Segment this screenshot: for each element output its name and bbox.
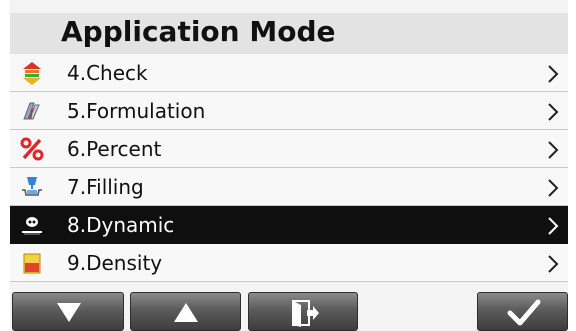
- mode-item-density[interactable]: 9.Density: [10, 244, 568, 282]
- mode-item-dynamic[interactable]: 8.Dynamic: [10, 206, 568, 244]
- checkmark-icon: [507, 299, 541, 326]
- bottom-toolbar: [10, 292, 568, 331]
- scroll-up-button[interactable]: [130, 292, 241, 331]
- exit-button[interactable]: [248, 292, 358, 331]
- mode-item-filling[interactable]: 7.Filling: [10, 168, 568, 206]
- check-mode-icon: [20, 61, 44, 85]
- chevron-right-icon: [546, 216, 560, 236]
- chevron-right-icon: [546, 102, 560, 122]
- confirm-button[interactable]: [477, 292, 568, 331]
- percent-mode-icon: [20, 137, 44, 161]
- mode-item-formulation[interactable]: f 5.Formulation: [10, 92, 568, 130]
- filling-mode-icon: [20, 175, 44, 199]
- exit-door-icon: [292, 300, 319, 327]
- mode-item-label: 9.Density: [67, 251, 163, 275]
- chevron-right-icon: [546, 178, 560, 198]
- mode-list: 4.Check f 5.Formulation 6.Percent 7.Fill…: [10, 54, 568, 282]
- mode-item-label: 8.Dynamic: [67, 213, 175, 237]
- mode-item-label: 7.Filling: [67, 175, 144, 199]
- chevron-right-icon: [546, 254, 560, 274]
- arrow-up-icon: [174, 303, 198, 322]
- density-mode-icon: [20, 251, 44, 275]
- mode-item-percent[interactable]: 6.Percent: [10, 130, 568, 168]
- mode-item-label: 6.Percent: [67, 137, 162, 161]
- formulation-mode-icon: f: [20, 99, 44, 123]
- arrow-down-icon: [57, 303, 81, 322]
- mode-item-label: 4.Check: [67, 61, 148, 85]
- page-title: Application Mode: [61, 15, 336, 48]
- mode-item-label: 5.Formulation: [67, 99, 206, 123]
- application-mode-screen: Application Mode 4.Check f 5.Formulation…: [10, 0, 568, 331]
- dynamic-mode-icon: [20, 213, 44, 237]
- mode-item-check[interactable]: 4.Check: [10, 54, 568, 92]
- chevron-right-icon: [546, 140, 560, 160]
- chevron-right-icon: [546, 64, 560, 84]
- title-bar: Application Mode: [10, 13, 568, 55]
- scroll-down-button[interactable]: [12, 292, 124, 331]
